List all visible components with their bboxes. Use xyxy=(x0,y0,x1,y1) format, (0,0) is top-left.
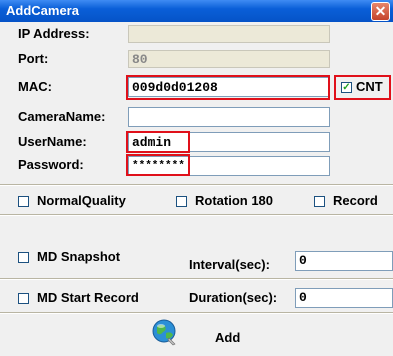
normal-quality-label: NormalQuality xyxy=(37,193,126,208)
port-field[interactable]: 80 xyxy=(128,50,330,68)
close-icon[interactable]: ✕ xyxy=(371,2,390,21)
duration-field[interactable]: 0 xyxy=(295,288,393,308)
mac-label: MAC: xyxy=(18,79,52,94)
md-snapshot-label: MD Snapshot xyxy=(37,249,121,264)
camera-name-field[interactable] xyxy=(128,107,330,127)
ip-address-field[interactable] xyxy=(128,25,330,43)
md-start-record-label: MD Start Record xyxy=(37,290,139,305)
rotation-label: Rotation 180 xyxy=(195,193,274,208)
camera-name-label: CameraName: xyxy=(18,109,106,124)
record-label: Record xyxy=(333,193,378,208)
password-field[interactable]: ******** xyxy=(128,156,330,176)
md-start-record-checkbox[interactable] xyxy=(18,293,29,304)
username-label: UserName: xyxy=(18,134,87,149)
globe-icon[interactable] xyxy=(151,318,179,346)
separator-light xyxy=(0,215,393,216)
interval-label: Interval(sec): xyxy=(189,257,270,272)
duration-label: Duration(sec): xyxy=(189,290,278,305)
cnt-label: CNT xyxy=(356,79,383,94)
md-snapshot-checkbox[interactable] xyxy=(18,252,29,263)
add-camera-dialog: AddCamera ✕ IP Address: Port: 80 MAC: 00… xyxy=(0,0,393,356)
ip-address-label: IP Address: xyxy=(18,26,90,41)
title-bar: AddCamera ✕ xyxy=(0,0,393,22)
interval-field[interactable]: 0 xyxy=(295,251,393,271)
window-title: AddCamera xyxy=(6,3,79,18)
separator-light xyxy=(0,313,393,314)
record-checkbox[interactable] xyxy=(314,196,325,207)
cnt-checkbox[interactable]: ✓ xyxy=(341,82,352,93)
rotation-checkbox[interactable] xyxy=(176,196,187,207)
separator-light xyxy=(0,279,393,280)
username-field[interactable]: admin xyxy=(128,132,330,152)
add-button[interactable]: Add xyxy=(215,330,240,345)
normal-quality-checkbox[interactable] xyxy=(18,196,29,207)
mac-field[interactable]: 009d0d01208 xyxy=(128,77,330,97)
port-label: Port: xyxy=(18,51,49,66)
separator-light xyxy=(0,185,393,186)
password-label: Password: xyxy=(18,157,84,172)
